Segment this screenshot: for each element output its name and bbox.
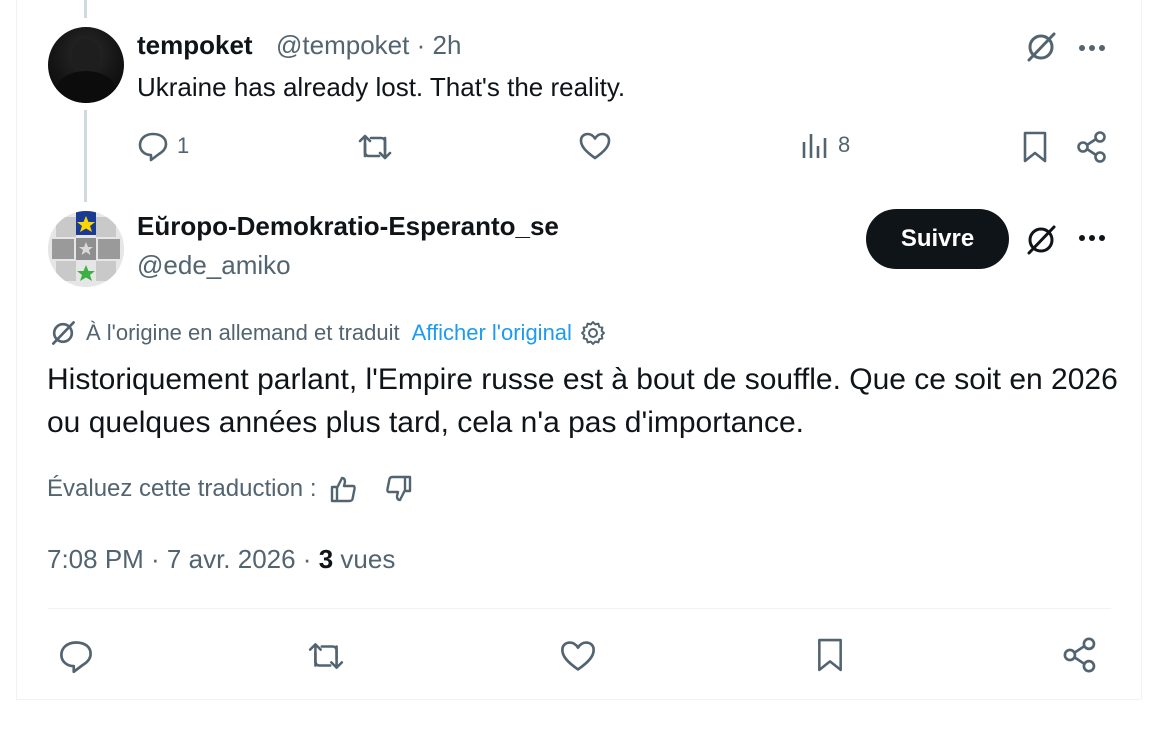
- more-icon[interactable]: [1074, 220, 1110, 256]
- repost-icon: [358, 134, 392, 160]
- separator: ·: [416, 30, 426, 60]
- rate-translation: Évaluez cette traduction :: [47, 474, 414, 504]
- avatar[interactable]: [48, 211, 124, 287]
- translation-note: À l'origine en allemand et traduit: [86, 320, 400, 345]
- bookmark-icon: [818, 638, 842, 672]
- tweet-meta: @tempoket · 2h: [276, 30, 461, 61]
- follow-button[interactable]: Suivre: [866, 209, 1009, 269]
- reply-icon: [138, 132, 168, 162]
- share-button[interactable]: [1062, 636, 1098, 674]
- grok-icon[interactable]: [1022, 28, 1060, 66]
- rate-label: Évaluez cette traduction :: [47, 475, 317, 502]
- timestamp[interactable]: 7:08 PM · 7 avr. 2026 ·: [47, 544, 319, 574]
- bookmark-button[interactable]: [814, 636, 846, 674]
- translation-info: À l'origine en allemand et traduit Affic…: [48, 317, 606, 349]
- more-icon[interactable]: [1074, 30, 1110, 66]
- tweet-text: Historiquement parlant, l'Empire russe e…: [47, 363, 1118, 439]
- tweet-text: Ukraine has already lost. That's the rea…: [137, 72, 626, 102]
- logo-avatar: [48, 211, 124, 287]
- thread-line: [84, 0, 87, 18]
- bookmark-icon: [1023, 131, 1047, 163]
- timeline-column: [16, 0, 1142, 700]
- share-icon: [1077, 131, 1106, 163]
- post-time[interactable]: 2h: [432, 30, 461, 60]
- repost-button[interactable]: [306, 638, 346, 674]
- like-button[interactable]: [559, 638, 597, 674]
- timestamp-line: 7:08 PM · 7 avr. 2026 · 3 vues: [47, 544, 395, 575]
- handle[interactable]: @tempoket: [276, 30, 409, 60]
- gear-icon[interactable]: [580, 320, 606, 346]
- reply-button[interactable]: [58, 638, 94, 674]
- bookmark-button[interactable]: [1020, 130, 1050, 164]
- heart-icon: [561, 641, 595, 671]
- views-button[interactable]: 8: [800, 130, 850, 160]
- repost-icon: [308, 643, 344, 669]
- avatar-head: [72, 39, 100, 73]
- share-button[interactable]: [1076, 130, 1108, 164]
- reply-count: 1: [177, 133, 190, 158]
- reply-icon: [60, 641, 92, 674]
- display-name[interactable]: Eŭropo-Demokratio-Esperanto_se: [137, 211, 559, 242]
- avatar-shoulders: [56, 71, 116, 103]
- avatar[interactable]: [48, 27, 124, 103]
- repost-button[interactable]: [357, 130, 393, 164]
- divider: [48, 608, 1111, 609]
- translate-icon: [51, 321, 75, 345]
- show-original-link[interactable]: Afficher l'original: [412, 320, 572, 346]
- thumbs-up-icon[interactable]: [328, 474, 358, 504]
- views-count: 3: [318, 544, 334, 574]
- divider: [16, 699, 1140, 700]
- thumbs-down-icon[interactable]: [384, 474, 414, 504]
- handle[interactable]: @ede_amiko: [137, 250, 291, 281]
- display-name[interactable]: tempoket: [137, 30, 253, 61]
- analytics-icon: [802, 134, 827, 158]
- like-button[interactable]: [578, 130, 612, 162]
- share-icon: [1063, 637, 1096, 673]
- grok-icon[interactable]: [1022, 221, 1060, 259]
- views-count: 8: [838, 132, 851, 157]
- thread-line: [84, 110, 87, 202]
- reply-button[interactable]: 1: [137, 130, 189, 162]
- heart-icon: [579, 132, 611, 160]
- views-label: vues: [333, 544, 396, 574]
